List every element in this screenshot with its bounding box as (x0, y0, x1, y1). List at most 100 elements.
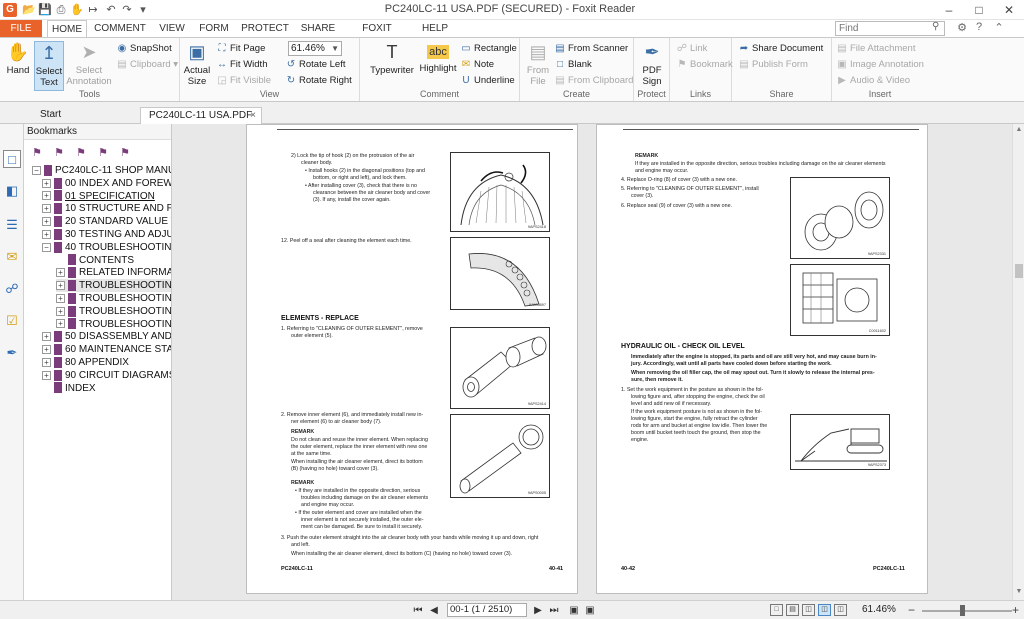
previous-view-icon[interactable]: ▣ (568, 604, 580, 617)
bookmark-item[interactable]: +00 INDEX AND FOREWORD (42, 177, 171, 190)
highlight-button[interactable]: abc Highlight (418, 41, 458, 74)
customize-icon[interactable]: ▾ (136, 3, 150, 17)
expand-icon[interactable]: + (42, 191, 51, 201)
bookmark-item[interactable]: − 40 TROUBLESHOOTING (42, 241, 171, 254)
maximize-icon[interactable]: □ (964, 0, 994, 20)
bookmark-item[interactable]: +01 SPECIFICATION (42, 190, 155, 203)
actual-size-button[interactable]: ▣ Actual Size (182, 41, 212, 87)
bookmark-item[interactable]: + TROUBLESHOOTING O (56, 292, 171, 305)
settings-icon[interactable]: ⚙ (955, 21, 969, 34)
signatures-panel-icon[interactable]: ✒ (3, 344, 21, 362)
next-page-icon[interactable]: ▶ (532, 604, 544, 617)
facing-page-icon[interactable]: ◫ (802, 604, 815, 616)
bookmark-item[interactable]: +50 DISASSEMBLY AND ASS (42, 330, 171, 343)
expand-icon[interactable]: + (56, 293, 65, 303)
zoom-in-icon[interactable]: + (1012, 603, 1019, 617)
save-icon[interactable]: 💾 (38, 3, 52, 17)
cover-page-icon[interactable]: ◫ (834, 604, 847, 616)
next-view-icon[interactable]: ▣ (584, 604, 596, 617)
redo-icon[interactable]: ↷ (120, 3, 134, 17)
fit-page-button[interactable]: ⛶ Fit Page (216, 42, 266, 56)
tab-form[interactable]: FORM (196, 20, 232, 37)
bookmark-item[interactable]: +90 CIRCUIT DIAGRAMS (42, 369, 171, 382)
bookmark-item[interactable]: INDEX (42, 382, 96, 395)
fit-visible-button[interactable]: ◲ Fit Visible (216, 74, 271, 88)
expand-icon[interactable]: + (42, 229, 51, 239)
scrollbar-thumb[interactable] (1015, 264, 1023, 278)
undo-icon[interactable]: ↶ (104, 3, 118, 17)
expand-icon[interactable]: + (42, 217, 51, 227)
first-page-icon[interactable]: ⏮ (412, 604, 424, 617)
vertical-scrollbar[interactable]: ▲ ▼ (1012, 124, 1024, 600)
find-input[interactable] (835, 21, 945, 36)
expand-icon[interactable]: + (42, 178, 51, 188)
zoom-select[interactable]: 61.46% ▼ (288, 41, 342, 56)
bookmark-item[interactable]: + TROUBLESHOOTING BY (56, 279, 171, 293)
file-attachment-button[interactable]: ▤ File Attachment (836, 42, 915, 56)
close-window-icon[interactable]: ✕ (994, 0, 1024, 20)
security-panel-icon[interactable]: ☑ (3, 312, 21, 330)
tab-help[interactable]: HELP (418, 20, 452, 37)
tab-start[interactable]: Start (32, 107, 132, 124)
bookmark-item[interactable]: +10 STRUCTURE AND FUNC (42, 202, 171, 215)
scroll-down-icon[interactable]: ▼ (1013, 588, 1024, 595)
zoom-slider[interactable] (922, 610, 1012, 612)
rotate-left-button[interactable]: ↺ Rotate Left (285, 58, 346, 72)
select-annotation-button[interactable]: ➤ Select Annotation (66, 41, 112, 87)
expand-icon[interactable]: + (56, 306, 65, 316)
new-bookmark-icon[interactable]: ⚑ (52, 146, 66, 160)
tab-comment[interactable]: COMMENT (92, 20, 148, 37)
from-clipboard-button[interactable]: ▤ From Clipboard (554, 74, 633, 88)
tab-share[interactable]: SHARE (297, 20, 339, 37)
fit-width-button[interactable]: ↔ Fit Width (216, 58, 267, 72)
pdf-sign-button[interactable]: ✒ PDF Sign (637, 41, 667, 87)
bookmark-item[interactable]: +30 TESTING AND ADJUST (42, 228, 171, 241)
from-scanner-button[interactable]: ▤ From Scanner (554, 42, 628, 56)
bookmark-item[interactable]: +80 APPENDIX (42, 356, 129, 369)
document-viewer[interactable]: 2) Lock the tip of hook (2) on the protr… (172, 124, 1012, 600)
search-icon[interactable]: ⚲ (932, 21, 939, 32)
bookmark-item[interactable]: +20 STANDARD VALUE TAB (42, 215, 171, 228)
previous-page-icon[interactable]: ◀ (428, 604, 440, 617)
expand-icon[interactable]: + (42, 370, 51, 380)
expand-icon[interactable]: + (56, 319, 65, 329)
select-text-button[interactable]: ↥ Select Text (34, 41, 64, 91)
underline-button[interactable]: U Underline (460, 74, 514, 88)
rotate-right-button[interactable]: ↻ Rotate Right (285, 74, 352, 88)
expand-icon[interactable]: + (42, 345, 51, 355)
bookmark-item[interactable]: + TROUBLESHOOTING FO (56, 305, 171, 318)
rectangle-button[interactable]: ▭ Rectangle (460, 42, 517, 56)
expand-icon[interactable]: + (56, 268, 65, 278)
share-document-button[interactable]: ➦ Share Document (738, 42, 824, 56)
collapse-icon[interactable]: − (32, 165, 41, 175)
expand-bookmark-icon[interactable]: ⚑ (96, 146, 110, 160)
single-page-icon[interactable]: □ (770, 604, 783, 616)
select-tool-icon[interactable]: ↦ (86, 3, 100, 17)
bookmark-item[interactable]: + RELATED INFORMATIO (56, 266, 171, 279)
blank-button[interactable]: □ Blank (554, 58, 592, 72)
open-icon[interactable]: 📂 (22, 3, 36, 17)
delete-bookmark-icon[interactable]: ⚑ (74, 146, 88, 160)
bookmarks-panel-icon[interactable]: □ (3, 150, 21, 168)
hand-tool-icon[interactable]: ✋ (70, 3, 84, 17)
publish-form-button[interactable]: ▤ Publish Form (738, 58, 808, 72)
continuous-page-icon[interactable]: ▤ (786, 604, 799, 616)
layers-panel-icon[interactable]: ☰ (3, 216, 21, 234)
bookmark-button[interactable]: ⚑ Bookmark (676, 58, 733, 72)
tab-document[interactable]: PC240LC-11 USA.PDF ...× (140, 107, 262, 137)
link-button[interactable]: ☍ Link (676, 42, 708, 56)
zoom-slider-thumb[interactable] (960, 605, 965, 616)
tab-view[interactable]: VIEW (154, 20, 190, 37)
zoom-out-icon[interactable]: − (908, 603, 915, 617)
bookmark-item[interactable]: CONTENTS (56, 254, 134, 267)
bookmark-options-icon[interactable]: ⚑ (30, 146, 44, 160)
typewriter-button[interactable]: T Typewriter (368, 41, 416, 76)
audio-video-button[interactable]: ▶ Audio & Video (836, 74, 910, 88)
collapse-icon[interactable]: − (42, 242, 51, 252)
continuous-facing-icon[interactable]: ◫ (818, 604, 831, 616)
image-annotation-button[interactable]: ▣ Image Annotation (836, 58, 924, 72)
note-button[interactable]: ✉ Note (460, 58, 494, 72)
clipboard-button[interactable]: ▤ Clipboard ▾ (116, 58, 178, 72)
close-tab-icon[interactable]: × (250, 108, 256, 124)
bookmark-item[interactable]: − PC240LC-11 SHOP MANUAL S (32, 164, 171, 177)
